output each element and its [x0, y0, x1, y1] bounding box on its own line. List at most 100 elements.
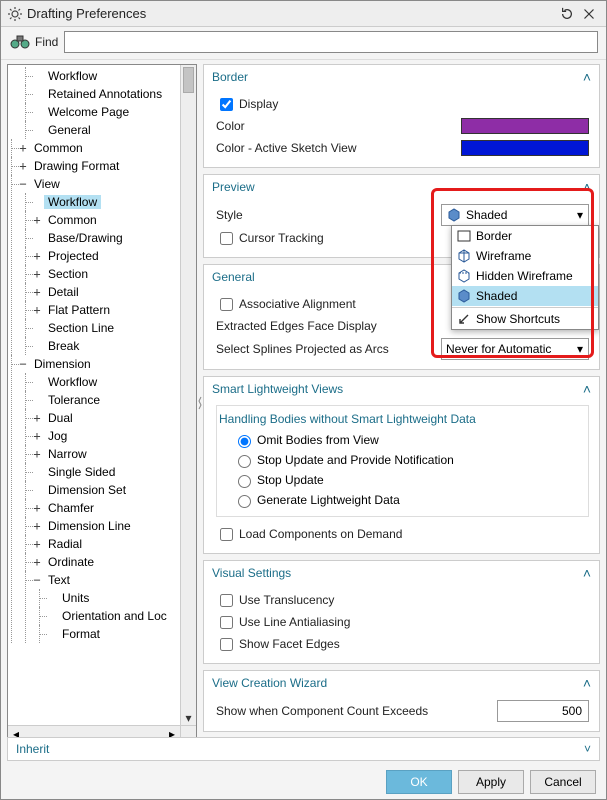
color-swatch[interactable]	[461, 118, 589, 134]
binoculars-icon	[9, 33, 31, 51]
tree-item[interactable]: Units	[58, 591, 93, 605]
gear-icon	[7, 6, 23, 22]
option-hidden-wireframe[interactable]: Hidden Wireframe	[452, 266, 598, 286]
chevron-up-icon: ˄	[583, 675, 591, 691]
chevron-up-icon: ˄	[583, 179, 591, 195]
section-header-wizard[interactable]: View Creation Wizard ˄	[204, 671, 599, 695]
wizard-threshold-label: Show when Component Count Exceeds	[216, 704, 497, 718]
section-visual-settings: Visual Settings ˄ Use Translucency Use L…	[203, 560, 600, 664]
dialog-title: Drafting Preferences	[27, 6, 556, 21]
tree-item-common[interactable]: Common	[30, 141, 87, 155]
radio-omit-bodies[interactable]	[238, 435, 251, 448]
shaded-icon	[456, 288, 472, 304]
tree-item[interactable]: Workflow	[44, 375, 101, 389]
chevron-down-icon: ▾	[572, 339, 588, 359]
cursor-tracking-checkbox[interactable]	[220, 232, 233, 245]
dialog-footer: OK Apply Cancel	[1, 765, 606, 799]
section-header-preview[interactable]: Preview ˄	[204, 175, 599, 199]
tree-item[interactable]: General	[44, 123, 95, 137]
load-components-label: Load Components on Demand	[239, 527, 589, 541]
tree-item[interactable]: Retained Annotations	[44, 87, 166, 101]
splines-label: Select Splines Projected as Arcs	[216, 342, 441, 356]
shaded-icon	[446, 207, 462, 223]
chevron-up-icon: ˄	[583, 381, 591, 397]
tree-item[interactable]: Projected	[44, 249, 103, 263]
tree-item[interactable]: Tolerance	[44, 393, 104, 407]
cancel-button[interactable]: Cancel	[530, 770, 596, 794]
tree-item[interactable]: Ordinate	[44, 555, 98, 569]
tree-vertical-scrollbar[interactable]: ▴ ▾	[180, 65, 196, 725]
apply-button[interactable]: Apply	[458, 770, 524, 794]
tree-item-view-workflow[interactable]: Workflow	[44, 195, 101, 209]
tree-item[interactable]: Chamfer	[44, 501, 98, 515]
tree-item[interactable]: Single Sided	[44, 465, 119, 479]
find-label: Find	[35, 35, 58, 49]
tree-item-dimension[interactable]: Dimension	[30, 357, 95, 371]
find-input[interactable]	[64, 31, 598, 53]
tree-item[interactable]: Workflow	[44, 69, 101, 83]
tree-item[interactable]: Dimension Set	[44, 483, 130, 497]
color-active-swatch[interactable]	[461, 140, 589, 156]
option-border[interactable]: Border	[452, 226, 598, 246]
tree-item[interactable]: Welcome Page	[44, 105, 133, 119]
style-label: Style	[216, 208, 441, 222]
tree-toggle[interactable]: +	[18, 159, 28, 173]
chevron-down-icon: ˅	[584, 742, 591, 756]
tree-item-text[interactable]: Text	[44, 573, 74, 587]
tree-item[interactable]: Dimension Line	[44, 519, 135, 533]
tree-item[interactable]: Common	[44, 213, 101, 227]
wireframe-icon	[456, 248, 472, 264]
tree-item[interactable]: Break	[44, 339, 83, 353]
option-show-shortcuts[interactable]: Show Shortcuts	[452, 309, 598, 329]
option-shaded[interactable]: Shaded	[452, 286, 598, 306]
section-inherit[interactable]: Inherit ˅	[7, 737, 600, 761]
display-checkbox[interactable]	[220, 98, 233, 111]
section-preview: Preview ˄ Style Shaded ▾	[203, 174, 600, 258]
hidden-wireframe-icon	[456, 268, 472, 284]
section-header-visual[interactable]: Visual Settings ˄	[204, 561, 599, 585]
option-wireframe[interactable]: Wireframe	[452, 246, 598, 266]
antialias-checkbox[interactable]	[220, 616, 233, 629]
component-count-input[interactable]	[497, 700, 589, 722]
settings-panel: Border ˄ Display Color Color - Active Sk…	[203, 64, 600, 742]
tree-item[interactable]: Section	[44, 267, 92, 281]
associative-alignment-checkbox[interactable]	[220, 298, 233, 311]
section-border: Border ˄ Display Color Color - Active Sk…	[203, 64, 600, 168]
tree-item[interactable]: Radial	[44, 537, 86, 551]
titlebar: Drafting Preferences	[1, 1, 606, 27]
style-combobox[interactable]: Shaded ▾	[441, 204, 589, 226]
tree-item[interactable]: Section Line	[44, 321, 118, 335]
chevron-up-icon: ˄	[583, 69, 591, 85]
tree-item[interactable]: Dual	[44, 411, 77, 425]
dialog-drafting-preferences: Drafting Preferences Find Workflow Retai…	[0, 0, 607, 800]
translucency-checkbox[interactable]	[220, 594, 233, 607]
tree-item[interactable]: Base/Drawing	[44, 231, 127, 245]
section-view-wizard: View Creation Wizard ˄ Show when Compone…	[203, 670, 600, 732]
style-dropdown-list[interactable]: Border Wireframe Hidden Wireframe S	[451, 225, 599, 330]
radio-generate[interactable]	[238, 495, 251, 508]
radio-stop-update[interactable]	[238, 475, 251, 488]
tree-item-view[interactable]: View	[30, 177, 64, 191]
tree-toggle[interactable]: +	[18, 141, 28, 155]
load-components-checkbox[interactable]	[220, 528, 233, 541]
tree-item[interactable]: Jog	[44, 429, 71, 443]
tree-item[interactable]: Format	[58, 627, 104, 641]
tree-item[interactable]: Detail	[44, 285, 83, 299]
tree-toggle[interactable]: −	[18, 177, 28, 191]
reset-button[interactable]	[556, 4, 578, 24]
facet-edges-checkbox[interactable]	[220, 638, 233, 651]
close-button[interactable]	[578, 4, 600, 24]
radio-stop-notify[interactable]	[238, 455, 251, 468]
ok-button[interactable]: OK	[386, 770, 452, 794]
section-header-smart[interactable]: Smart Lightweight Views ˄	[204, 377, 599, 401]
splines-combobox[interactable]: Never for Automatic ▾	[441, 338, 589, 360]
tree-item-drawing-format[interactable]: Drawing Format	[30, 159, 123, 173]
tree-item[interactable]: Narrow	[44, 447, 91, 461]
tree-toggle[interactable]: −	[18, 357, 28, 371]
tree-item[interactable]: Flat Pattern	[44, 303, 114, 317]
tree-item[interactable]: Orientation and Loc	[58, 609, 171, 623]
smart-subheading: Handling Bodies without Smart Lightweigh…	[219, 412, 582, 426]
find-bar: Find	[1, 27, 606, 60]
section-header-border[interactable]: Border ˄	[204, 65, 599, 89]
category-tree[interactable]: Workflow Retained Annotations Welcome Pa…	[7, 64, 197, 742]
